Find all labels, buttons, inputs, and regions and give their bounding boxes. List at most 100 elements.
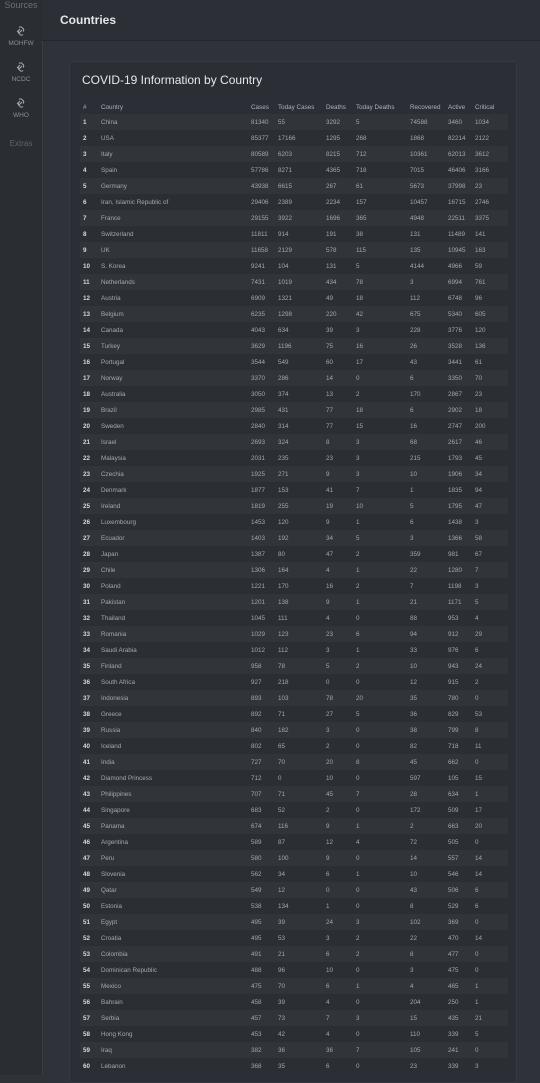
column-header[interactable]: Country — [98, 100, 248, 114]
table-row[interactable]: 20 Sweden 2840 314 77 15 16 2747 200 — [80, 418, 508, 434]
table-row[interactable]: 24 Denmark 1877 153 41 7 1 1835 94 — [80, 482, 508, 498]
table-cell: 1453 — [248, 514, 275, 530]
table-row[interactable]: 36 South Africa 927 218 0 0 12 915 2 — [80, 674, 508, 690]
table-cell: 2 — [353, 386, 407, 402]
column-header[interactable]: Critical — [472, 100, 508, 114]
table-row[interactable]: 4 Spain 57786 8271 4365 718 7015 46406 3166 — [80, 162, 508, 178]
table-row[interactable]: 40 Iceland 802 65 2 0 82 718 11 — [80, 738, 508, 754]
sidebar-item-ncdc[interactable]: NCDC — [0, 60, 42, 83]
table-row[interactable]: 1 China 81340 55 3292 5 74588 3460 1034 — [80, 114, 508, 130]
table-row[interactable]: 50 Estonia 538 134 1 0 8 529 6 — [80, 898, 508, 914]
table-cell: 0 — [353, 610, 407, 626]
column-header[interactable]: Today Cases — [275, 100, 323, 114]
table-row[interactable]: 11 Netherlands 7431 1019 434 78 3 6994 761 — [80, 274, 508, 290]
table-row[interactable]: 41 India 727 70 20 8 45 662 0 — [80, 754, 508, 770]
table-row[interactable]: 13 Belgium 6235 1298 220 42 675 5340 605 — [80, 306, 508, 322]
column-header[interactable]: Deaths — [323, 100, 353, 114]
table-row[interactable]: 33 Romania 1029 123 23 6 94 912 29 — [80, 626, 508, 642]
table-row[interactable]: 29 Chile 1306 164 4 1 22 1280 7 — [80, 562, 508, 578]
table-row[interactable]: 19 Brazil 2985 431 77 18 6 2902 18 — [80, 402, 508, 418]
table-row[interactable]: 22 Malaysia 2031 235 23 3 215 1793 45 — [80, 450, 508, 466]
table-row[interactable]: 59 Iraq 382 36 36 7 105 241 0 — [80, 1042, 508, 1058]
table-cell: USA — [98, 130, 248, 146]
table-cell: 2129 — [275, 242, 323, 258]
table-row[interactable]: 42 Diamond Princess 712 0 10 0 597 105 15 — [80, 770, 508, 786]
column-header[interactable]: Today Deaths — [353, 100, 407, 114]
table-cell: 3 — [353, 322, 407, 338]
table-row[interactable]: 12 Austria 6909 1321 49 18 112 6748 96 — [80, 290, 508, 306]
table-row[interactable]: 49 Qatar 549 12 0 0 43 506 6 — [80, 882, 508, 898]
table-cell: 2031 — [248, 450, 275, 466]
table-row[interactable]: 56 Bahrain 458 39 4 0 204 250 1 — [80, 994, 508, 1010]
table-row[interactable]: 28 Japan 1387 80 47 2 359 981 67 — [80, 546, 508, 562]
table-cell: Spain — [98, 162, 248, 178]
sidebar-extras[interactable]: Extras — [0, 139, 42, 148]
table-cell: 2840 — [248, 418, 275, 434]
table-row[interactable]: 15 Turkey 3629 1196 75 16 26 3528 136 — [80, 338, 508, 354]
sidebar-item-mohfw[interactable]: MOHFW — [0, 24, 42, 47]
table-cell: 5340 — [445, 306, 472, 322]
table-row[interactable]: 18 Australia 3050 374 13 2 170 2867 23 — [80, 386, 508, 402]
table-row[interactable]: 43 Philippines 707 71 45 7 28 634 1 — [80, 786, 508, 802]
table-cell: 24 — [323, 914, 353, 930]
table-row[interactable]: 37 Indonesia 893 103 78 20 35 780 0 — [80, 690, 508, 706]
table-row[interactable]: 45 Panama 674 116 9 1 2 663 20 — [80, 818, 508, 834]
table-row[interactable]: 26 Luxembourg 1453 120 9 1 6 1438 3 — [80, 514, 508, 530]
table-row[interactable]: 7 France 29155 3922 1696 365 4948 22511 3375 — [80, 210, 508, 226]
table-row[interactable]: 38 Greece 892 71 27 5 36 829 53 — [80, 706, 508, 722]
table-cell: 597 — [407, 770, 445, 786]
table-cell: 21 — [407, 594, 445, 610]
table-cell: 123 — [275, 626, 323, 642]
table-cell: 103 — [275, 690, 323, 706]
table-cell: 112 — [407, 290, 445, 306]
table-row[interactable]: 57 Serbia 457 73 7 3 15 435 21 — [80, 1010, 508, 1026]
sidebar-item-who[interactable]: WHO — [0, 96, 42, 119]
column-header[interactable]: Recovered — [407, 100, 445, 114]
table-cell: 9 — [323, 466, 353, 482]
table-row[interactable]: 54 Dominican Republic 488 96 10 0 3 475 0 — [80, 962, 508, 978]
table-cell: 707 — [248, 786, 275, 802]
table-row[interactable]: 16 Portugal 3544 549 60 17 43 3441 61 — [80, 354, 508, 370]
table-row[interactable]: 17 Norway 3370 286 14 0 6 3350 70 — [80, 370, 508, 386]
table-row[interactable]: 55 Mexico 475 70 6 1 4 465 1 — [80, 978, 508, 994]
table-row[interactable]: 53 Colombia 491 21 6 2 8 477 0 — [80, 946, 508, 962]
table-row[interactable]: 52 Croatia 495 53 3 2 22 470 14 — [80, 930, 508, 946]
table-row[interactable]: 5 Germany 43938 6615 267 61 5673 37998 23 — [80, 178, 508, 194]
table-cell: 4966 — [445, 258, 472, 274]
table-cell: 42 — [275, 1026, 323, 1042]
table-cell: 267 — [323, 178, 353, 194]
table-row[interactable]: 44 Singapore 683 52 2 0 172 509 17 — [80, 802, 508, 818]
table-row[interactable]: 21 Israel 2693 324 8 3 68 2617 46 — [80, 434, 508, 450]
column-header[interactable]: # — [80, 100, 98, 114]
table-row[interactable]: 23 Czechia 1925 271 9 3 10 1906 34 — [80, 466, 508, 482]
table-row[interactable]: 35 Finland 958 78 5 2 10 943 24 — [80, 658, 508, 674]
table-row[interactable]: 9 UK 11658 2129 578 115 135 10945 163 — [80, 242, 508, 258]
table-row[interactable]: 47 Peru 580 100 9 0 14 557 14 — [80, 850, 508, 866]
table-row[interactable]: 39 Russia 840 182 3 0 38 799 8 — [80, 722, 508, 738]
table-row[interactable]: 32 Thailand 1045 111 4 0 88 953 4 — [80, 610, 508, 626]
table-cell: 80 — [275, 546, 323, 562]
table-row[interactable]: 58 Hong Kong 453 42 4 0 110 339 5 — [80, 1026, 508, 1042]
table-row[interactable]: 10 S. Korea 9241 104 131 5 4144 4966 59 — [80, 258, 508, 274]
table-row[interactable]: 46 Argentina 589 87 12 4 72 505 0 — [80, 834, 508, 850]
table-row[interactable]: 34 Saudi Arabia 1012 112 3 1 33 976 6 — [80, 642, 508, 658]
table-row[interactable]: 60 Lebanon 368 35 6 0 23 339 3 — [80, 1058, 508, 1074]
column-header[interactable]: Cases — [248, 100, 275, 114]
table-row[interactable]: 14 Canada 4043 634 39 3 228 3776 120 — [80, 322, 508, 338]
table-cell: 4 — [323, 1026, 353, 1042]
table-cell: 4 — [472, 610, 508, 626]
table-row[interactable]: 48 Slovenia 562 34 6 1 10 546 14 — [80, 866, 508, 882]
table-cell: 41 — [323, 482, 353, 498]
table-row[interactable]: 6 Iran, Islamic Republic of 29406 2389 2234 1… — [80, 194, 508, 210]
table-row[interactable]: 2 USA 85377 17166 1295 268 1868 82214 2122 — [80, 130, 508, 146]
column-header[interactable]: Active — [445, 100, 472, 114]
table-cell: Ecuador — [98, 530, 248, 546]
table-row[interactable]: 51 Egypt 495 39 24 3 102 369 0 — [80, 914, 508, 930]
table-row[interactable]: 3 Italy 80589 6203 8215 712 10361 62013 3612 — [80, 146, 508, 162]
table-row[interactable]: 31 Pakistan 1201 138 9 1 21 1171 5 — [80, 594, 508, 610]
table-cell: 634 — [275, 322, 323, 338]
table-row[interactable]: 27 Ecuador 1403 192 34 5 3 1366 58 — [80, 530, 508, 546]
table-row[interactable]: 8 Switzerland 11811 914 191 38 131 11489 141 — [80, 226, 508, 242]
table-row[interactable]: 25 Ireland 1819 255 19 10 5 1795 47 — [80, 498, 508, 514]
table-row[interactable]: 30 Poland 1221 170 16 2 7 1198 3 — [80, 578, 508, 594]
